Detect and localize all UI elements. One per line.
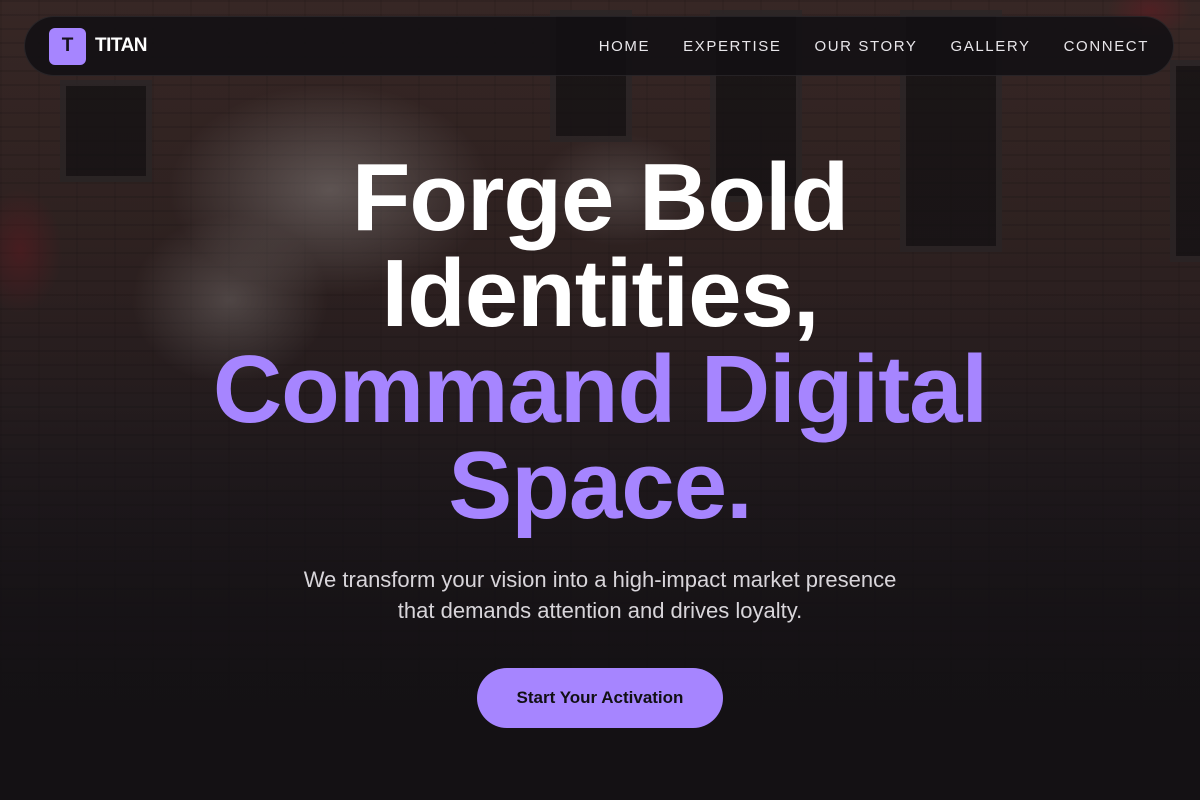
nav-link-connect[interactable]: CONNECT <box>1064 38 1149 55</box>
hero-headline: Forge Bold Identities, Command Digital S… <box>0 150 1200 534</box>
brand-logo[interactable]: T TITAN <box>49 27 148 65</box>
start-activation-button[interactable]: Start Your Activation <box>476 668 724 728</box>
nav-links: HOME EXPERTISE OUR STORY GALLERY CONNECT <box>599 38 1149 55</box>
nav-link-our-story[interactable]: OUR STORY <box>814 38 917 55</box>
headline-line-1: Forge Bold <box>351 144 850 251</box>
headline-line-3: Command Digital <box>212 336 988 443</box>
hero-section: Forge Bold Identities, Command Digital S… <box>0 150 1200 728</box>
logo-mark: T <box>49 27 86 65</box>
headline-line-4: Space. <box>448 432 753 539</box>
hero-subtitle: We transform your vision into a high-imp… <box>303 567 897 623</box>
brand-name: TITAN <box>95 35 148 56</box>
nav-link-gallery[interactable]: GALLERY <box>950 38 1030 55</box>
nav-link-home[interactable]: HOME <box>599 38 650 55</box>
nav-link-expertise[interactable]: EXPERTISE <box>683 38 781 55</box>
top-navbar: T TITAN HOME EXPERTISE OUR STORY GALLERY… <box>24 16 1174 76</box>
headline-line-2: Identities, <box>381 240 819 347</box>
landing-page: T TITAN HOME EXPERTISE OUR STORY GALLERY… <box>0 0 1200 800</box>
